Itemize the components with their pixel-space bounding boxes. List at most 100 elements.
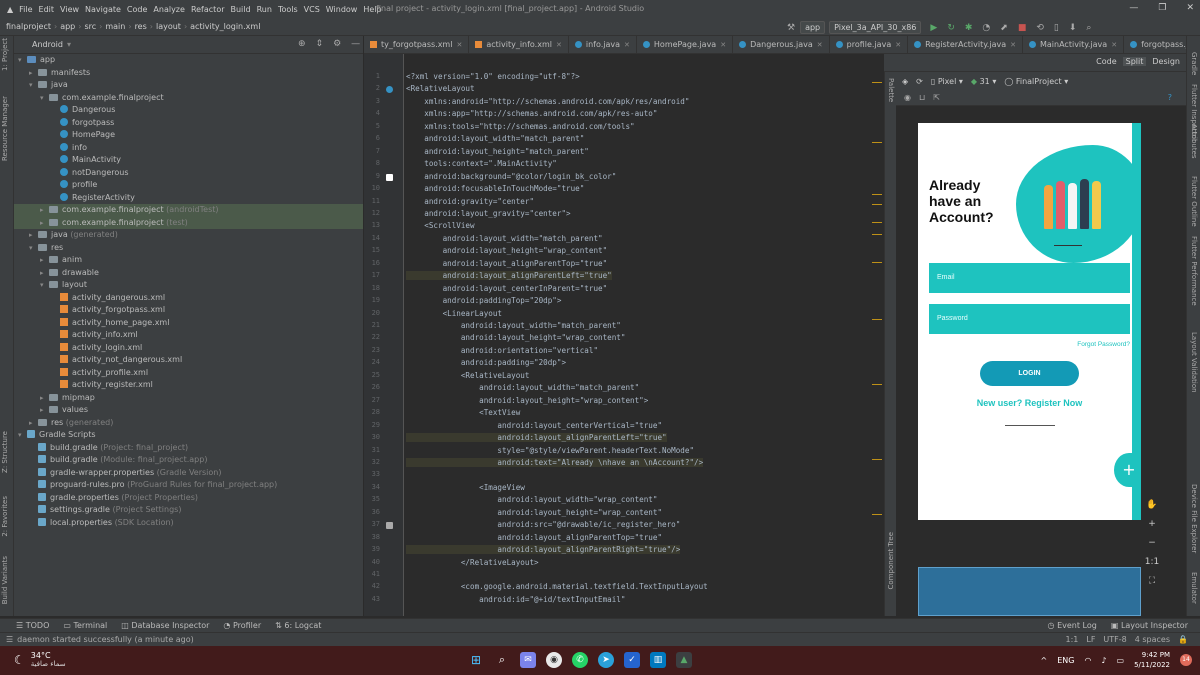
chevron-right-icon[interactable]: ▸ xyxy=(40,392,49,405)
code-line[interactable]: android:layout_width="match_parent" xyxy=(406,383,639,392)
orientation-icon[interactable]: ⟳ xyxy=(916,77,923,86)
menu-item-refactor[interactable]: Refactor xyxy=(191,5,225,14)
collapse-icon[interactable]: ⇕ xyxy=(316,39,324,49)
sdk-manager-icon[interactable]: ⬇ xyxy=(1069,23,1077,33)
code-line[interactable]: android:layout_alignParentRight="true"/> xyxy=(406,545,681,555)
zoom-out-icon[interactable]: − xyxy=(1148,538,1156,548)
clock[interactable]: 9:42 PM 5/11/2022 xyxy=(1134,650,1170,670)
menu-item-analyze[interactable]: Analyze xyxy=(153,5,185,14)
tree-row[interactable]: info xyxy=(14,142,363,155)
tree-row[interactable]: ▸ values xyxy=(14,404,363,417)
side-tab[interactable]: 2: Favorites xyxy=(1,496,9,537)
locate-icon[interactable]: ⊕ xyxy=(298,39,306,49)
editor-tab[interactable]: ty_forgotpass.xml ✕ xyxy=(364,36,470,53)
email-field[interactable]: Email xyxy=(929,263,1130,293)
volume-icon[interactable]: ♪ xyxy=(1101,656,1106,665)
register-link[interactable]: New user? Register Now xyxy=(918,398,1141,408)
run-config-dropdown[interactable]: app xyxy=(800,21,826,34)
chevron-right-icon[interactable]: ▸ xyxy=(40,217,49,230)
code-line[interactable]: android:layout_gravity="center"> xyxy=(406,209,570,218)
tree-row[interactable]: build.gradle (Module: final_project.app) xyxy=(14,454,363,467)
code-line[interactable]: android:paddingTop="20dp"> xyxy=(406,296,562,305)
device-picker[interactable]: ▯ Pixel ▾ xyxy=(931,77,963,86)
tree-row[interactable]: build.gradle (Project: final_project) xyxy=(14,442,363,455)
code-line[interactable]: android:layout_alignParentTop="true" xyxy=(406,533,662,542)
eye-icon[interactable]: ◉ xyxy=(904,93,911,102)
menu-item-vcs[interactable]: VCS xyxy=(304,5,320,14)
zoom-fit-icon[interactable]: ⛶ xyxy=(1149,576,1155,586)
warning-marker[interactable] xyxy=(872,204,882,205)
tree-row[interactable]: activity_forgotpass.xml xyxy=(14,304,363,317)
tree-row[interactable]: activity_profile.xml xyxy=(14,367,363,380)
editor-tab[interactable]: MainActivity.java ✕ xyxy=(1023,36,1125,53)
editor-tab[interactable]: Dangerous.java ✕ xyxy=(733,36,830,53)
side-tab[interactable]: Flutter Outline xyxy=(1190,176,1198,227)
todo-icon[interactable]: ✓ xyxy=(624,652,640,668)
tree-row[interactable]: notDangerous xyxy=(14,167,363,180)
side-tab[interactable]: Attributes xyxy=(1190,124,1198,159)
language-indicator[interactable]: ENG xyxy=(1057,656,1074,665)
code-line[interactable]: android:text="Already \nhave an \nAccoun… xyxy=(406,457,704,467)
warning-marker[interactable] xyxy=(872,222,882,223)
code-line[interactable]: android:layout_height="wrap_content" xyxy=(406,333,626,342)
forgot-password-link[interactable]: Forgot Password? xyxy=(1077,341,1130,348)
editor-tab[interactable]: activity_info.xml ✕ xyxy=(469,36,569,53)
code-line[interactable]: android:layout_alignParentLeft="true" xyxy=(406,433,667,443)
side-tab[interactable]: Gradle xyxy=(1190,52,1198,75)
code-line[interactable]: android:layout_height="wrap_content" xyxy=(406,508,662,517)
chrome-icon[interactable]: ◉ xyxy=(546,652,562,668)
login-button[interactable]: LOGIN xyxy=(980,361,1079,386)
chevron-up-icon[interactable]: ^ xyxy=(1040,656,1047,665)
chevron-right-icon[interactable]: ▸ xyxy=(40,204,49,217)
code-line[interactable]: <TextView xyxy=(406,408,520,417)
code-line[interactable]: android:focusableInTouchMode="true" xyxy=(406,184,584,193)
theme-picker[interactable]: ◯ FinalProject ▾ xyxy=(1004,77,1068,86)
add-fab-button[interactable]: + xyxy=(1114,453,1141,487)
menu-item-window[interactable]: Window xyxy=(326,5,358,14)
menu-item-view[interactable]: View xyxy=(60,5,79,14)
help-icon[interactable]: ? xyxy=(1168,93,1172,102)
code-line[interactable]: tools:context=".MainActivity" xyxy=(406,159,557,168)
code-line[interactable]: android:id="@+id/textInputEmail" xyxy=(406,595,625,604)
warning-marker[interactable] xyxy=(872,234,882,235)
breadcrumb-item[interactable]: app xyxy=(60,22,75,31)
code-line[interactable]: android:layout_width="wrap_content" xyxy=(406,495,657,504)
chevron-down-icon[interactable]: ▾ xyxy=(29,79,38,92)
code-line[interactable]: android:gravity="center" xyxy=(406,197,534,206)
view-design-button[interactable]: Design xyxy=(1152,57,1180,66)
palette-label[interactable]: Palette xyxy=(887,78,895,102)
warning-marker[interactable] xyxy=(872,194,882,195)
view-code-button[interactable]: Code xyxy=(1096,57,1116,66)
tree-row[interactable]: gradle.properties (Project Properties) xyxy=(14,492,363,505)
chevron-down-icon[interactable]: ▾ xyxy=(18,54,27,67)
view-split-button[interactable]: Split xyxy=(1122,57,1147,66)
menu-item-navigate[interactable]: Navigate xyxy=(85,5,121,14)
search-icon[interactable]: ⌕ xyxy=(1086,23,1091,33)
side-tab[interactable]: Emulator xyxy=(1190,572,1198,604)
editor-tab[interactable]: RegisterActivity.java ✕ xyxy=(908,36,1023,53)
phone-preview[interactable]: Already have an Account? Email Password … xyxy=(918,123,1141,520)
breadcrumb-item[interactable]: activity_login.xml xyxy=(190,22,260,31)
close-icon[interactable]: ✕ xyxy=(456,41,462,49)
menu-item-file[interactable]: File xyxy=(19,5,32,14)
teams-chat-icon[interactable]: ✉ xyxy=(520,652,536,668)
side-tab[interactable]: 1: Project xyxy=(1,38,9,71)
warning-marker[interactable] xyxy=(872,82,882,83)
gear-icon[interactable]: ⚙ xyxy=(333,39,341,49)
close-icon[interactable]: ✕ xyxy=(817,41,823,49)
sync-gradle-icon[interactable]: ⟲ xyxy=(1036,23,1044,33)
code-line[interactable]: <?xml version="1.0" encoding="utf-8"?> xyxy=(406,72,580,81)
breadcrumb-item[interactable]: main xyxy=(105,22,125,31)
tool-window-button[interactable]: ◫ Database Inspector xyxy=(121,621,209,630)
breadcrumb-item[interactable]: res xyxy=(135,22,147,31)
tree-row[interactable]: ▾ java xyxy=(14,79,363,92)
chevron-down-icon[interactable]: ▾ xyxy=(18,429,27,442)
maximize-icon[interactable]: ❐ xyxy=(1158,3,1166,13)
editor-tab[interactable]: forgotpass.java✕ xyxy=(1124,36,1186,53)
telegram-icon[interactable]: ➤ xyxy=(598,652,614,668)
close-icon[interactable]: ✕ xyxy=(1010,41,1016,49)
code-line[interactable]: android:layout_alignParentTop="true" xyxy=(406,259,608,268)
code-line[interactable]: android:layout_width="match_parent" xyxy=(406,234,603,243)
wifi-icon[interactable]: ◠ xyxy=(1084,656,1091,665)
code-line[interactable]: <RelativeLayout xyxy=(406,84,475,93)
